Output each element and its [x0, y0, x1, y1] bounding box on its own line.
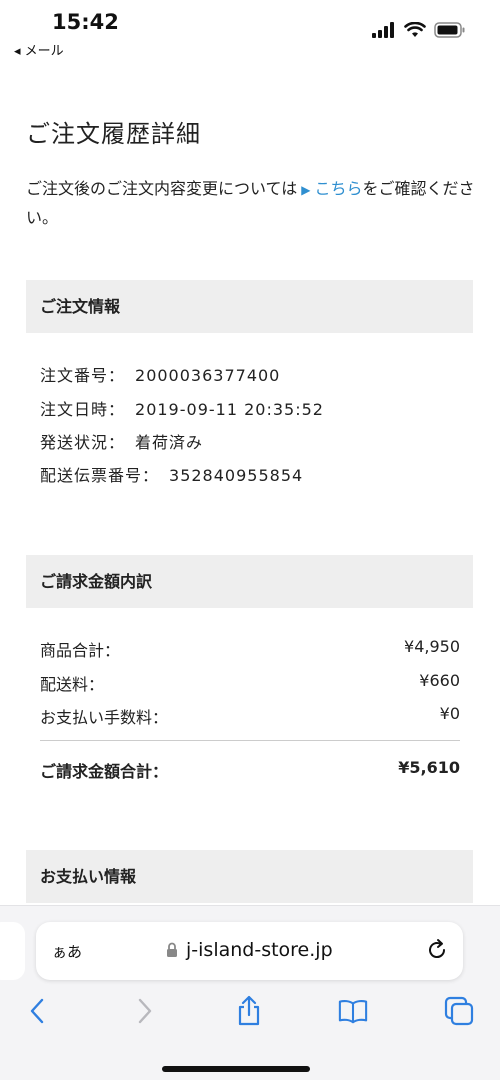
billing-heading: ご請求金額内訳: [26, 555, 473, 608]
bookmarks-icon[interactable]: [338, 996, 368, 1026]
order-date-label: 注文日時：: [40, 400, 126, 419]
shipping-fee-value: ¥660: [419, 671, 460, 690]
battery-icon: [434, 22, 465, 38]
total-label: ご請求金額合計：: [40, 762, 169, 781]
share-icon[interactable]: [234, 995, 264, 1026]
payment-fee-value: ¥0: [439, 704, 460, 723]
status-icons: [372, 22, 466, 38]
shipping-status-row: 発送状況： 着荷済み: [40, 429, 203, 453]
back-arrow-icon[interactable]: [22, 996, 52, 1026]
payment-info-heading: お支払い情報: [26, 850, 473, 903]
order-change-link[interactable]: こちら: [314, 179, 362, 198]
address-bar[interactable]: ぁあ j-island-store.jp: [36, 922, 463, 980]
link-arrow-icon: ▶: [301, 183, 311, 197]
home-indicator[interactable]: [162, 1066, 310, 1072]
shipping-status-value: 着荷済み: [135, 433, 204, 452]
page-title: ご注文履歴詳細: [26, 120, 201, 148]
text-size-button[interactable]: ぁあ: [52, 941, 82, 962]
status-time: 15:42: [52, 10, 119, 34]
shipping-status-label: 発送状況：: [40, 433, 126, 452]
wifi-icon: [404, 22, 426, 37]
tracking-number-row: 配送伝票番号： 352840955854: [40, 462, 303, 486]
billing-divider: [40, 740, 460, 741]
order-date-value: 2019-09-11 20:35:52: [135, 400, 324, 419]
browser-toolbar: [0, 988, 500, 1038]
tracking-number-value: 352840955854: [169, 466, 304, 485]
order-date-row: 注文日時： 2019-09-11 20:35:52: [40, 396, 324, 420]
shipping-fee-label: 配送料：: [40, 675, 105, 694]
url-display[interactable]: j-island-store.jp: [166, 939, 333, 961]
url-text: j-island-store.jp: [186, 939, 333, 961]
notice-text-before: ご注文後のご注文内容変更については: [26, 179, 298, 198]
browser-bottom-bar: ぁあ j-island-store.jp: [0, 905, 500, 1080]
order-number-label: 注文番号：: [40, 366, 126, 385]
payment-fee-row: お支払い手数料： ¥0: [40, 704, 460, 728]
subtotal-row: 商品合計： ¥4,950: [40, 637, 460, 661]
payment-fee-label: お支払い手数料：: [40, 708, 169, 727]
previous-tab-preview[interactable]: [0, 922, 25, 980]
forward-arrow-icon[interactable]: [130, 996, 160, 1026]
order-change-notice: ご注文後のご注文内容変更については ▶ こちらをご確認ください。: [26, 175, 476, 231]
shipping-fee-row: 配送料： ¥660: [40, 671, 460, 695]
back-to-mail-link[interactable]: ◂ メール: [14, 40, 64, 59]
status-bar: 15:42 ◂ メール: [0, 0, 500, 60]
order-number-value: 2000036377400: [135, 366, 281, 385]
lock-icon: [167, 942, 177, 957]
reload-icon[interactable]: [425, 938, 449, 962]
order-info-heading: ご注文情報: [26, 280, 473, 333]
tracking-number-label: 配送伝票番号：: [40, 466, 160, 485]
total-value: ¥5,610: [398, 758, 460, 777]
signal-icon: [372, 22, 394, 38]
total-row: ご請求金額合計： ¥5,610: [40, 758, 460, 782]
subtotal-label: 商品合計：: [40, 641, 121, 660]
tabs-icon[interactable]: [444, 996, 474, 1026]
subtotal-value: ¥4,950: [404, 637, 460, 656]
order-number-row: 注文番号： 2000036377400: [40, 362, 280, 386]
